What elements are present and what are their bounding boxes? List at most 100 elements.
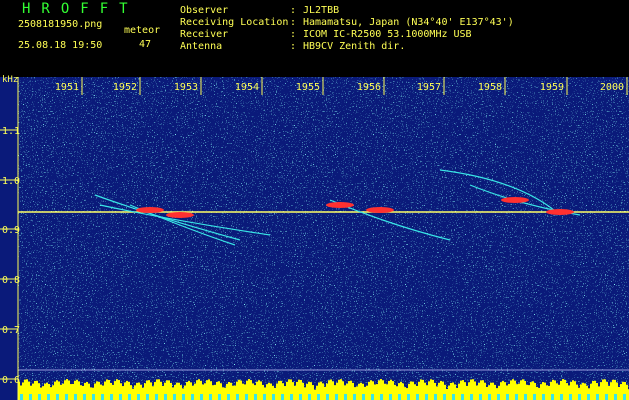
signal-level-tick [110,394,113,400]
signal-level-bar [546,385,548,400]
receiver-label: Receiver [180,29,229,40]
freq-tick-label: 0.7 [2,325,20,336]
signal-level-tick [128,394,131,400]
freq-tick-label: 1.1 [2,126,20,137]
signal-level-bar [144,383,146,400]
signal-level-bar [500,382,502,400]
signal-level-bar [440,380,442,400]
signal-level-tick [200,394,203,400]
signal-level-bar [620,384,622,400]
signal-level-bar [284,386,286,400]
signal-level-bar [44,383,46,400]
signal-level-tick [317,394,320,400]
signal-level-tick [515,394,518,400]
signal-level-bar [70,384,72,400]
signal-level-bar [612,379,614,400]
signal-level-bar [96,381,98,400]
signal-level-bar [394,384,396,400]
signal-level-tick [398,394,401,400]
signal-level-bar [528,385,530,400]
signal-level-bar [502,380,504,400]
signal-level-bar [160,381,162,400]
signal-level-bar [98,381,100,400]
signal-level-bar [332,381,334,400]
signal-level-bar [72,383,74,400]
signal-level-bar [504,382,506,400]
signal-level-bar [474,381,476,400]
signal-level-bar [294,385,296,400]
signal-level-bar [24,379,26,400]
meteor-echo-head [136,207,164,213]
signal-level-tick [488,394,491,400]
signal-level-tick [209,394,212,400]
signal-level-bar [150,382,152,400]
signal-level-tick [218,394,221,400]
signal-level-bar [324,386,326,400]
signal-level-tick [29,394,32,400]
signal-level-bar [320,381,322,400]
signal-level-bar [356,386,358,400]
signal-level-tick [443,394,446,400]
signal-level-bar [180,385,182,400]
signal-level-bar [222,387,224,400]
signal-level-bar [214,384,216,400]
signal-level-tick [551,394,554,400]
signal-level-tick [92,394,95,400]
signal-level-bar [618,386,620,400]
signal-level-tick [20,394,23,400]
time-tick-label: 1951 [55,82,79,93]
signal-level-bar [124,382,126,400]
signal-level-tick [38,394,41,400]
signal-level-tick [290,394,293,400]
signal-level-tick [452,394,455,400]
signal-level-bar [68,380,70,400]
signal-level-tick [506,394,509,400]
signal-level-tick [155,394,158,400]
signal-level-bar [468,382,470,400]
signal-level-bar [358,383,360,400]
signal-level-bar [566,383,568,400]
signal-level-tick [560,394,563,400]
signal-level-bar [576,384,578,400]
signal-level-bar [522,379,524,400]
signal-level-bar [610,382,612,400]
signal-level-bar [582,382,584,400]
signal-level-bar [438,382,440,400]
signal-level-bar [194,383,196,400]
signal-level-bar [134,385,136,400]
signal-level-bar [518,383,520,400]
signal-level-bar [450,382,452,400]
signal-level-bar [278,380,280,400]
app-title: HROFFT [22,1,139,17]
signal-level-bar [106,379,108,400]
signal-level-bar [600,382,602,400]
signal-level-bar [626,384,628,400]
signal-level-bar [376,384,378,400]
signal-level-bar [32,383,34,400]
signal-level-bar [242,383,244,400]
signal-level-bar [314,389,316,400]
signal-level-bar [410,381,412,400]
signal-level-bar [252,383,254,400]
signal-level-tick [380,394,383,400]
signal-level-bar [486,386,488,400]
signal-level-bar [36,380,38,400]
signal-level-bar [396,386,398,400]
signal-level-bar [432,379,434,400]
signal-level-tick [578,394,581,400]
freq-tick-label: 0.6 [2,375,20,386]
signal-level-bar [114,381,116,400]
signal-level-bar [392,381,394,400]
meteor-count: 47 [139,39,152,50]
signal-level-tick [119,394,122,400]
antenna-colon: : [290,41,297,52]
signal-level-bar [594,380,596,400]
signal-level-bar [556,383,558,400]
signal-level-tick [461,394,464,400]
signal-level-tick [587,394,590,400]
time-tick-label: 1952 [113,82,137,93]
signal-level-tick [83,394,86,400]
signal-level-bar [412,381,414,400]
signal-level-tick [362,394,365,400]
signal-level-bar [602,379,604,400]
